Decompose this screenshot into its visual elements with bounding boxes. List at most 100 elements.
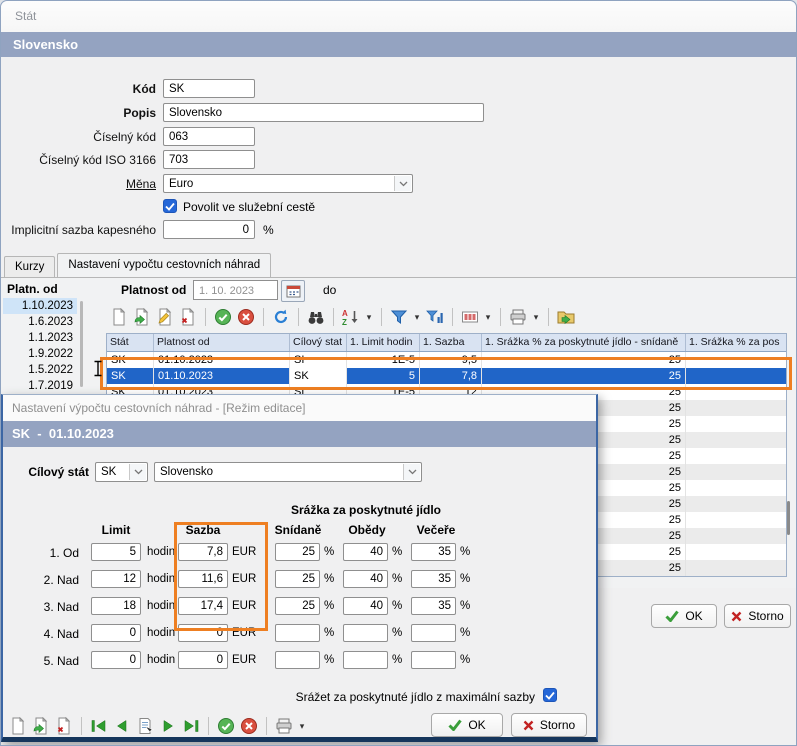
grid-cell-pos[interactable]: [686, 416, 786, 432]
snidane-field[interactable]: [275, 624, 320, 642]
limit-field[interactable]: 18: [91, 597, 141, 615]
kapesne-field[interactable]: 0: [163, 220, 255, 239]
vecere-field[interactable]: 35: [411, 570, 456, 588]
dropdown-arrow[interactable]: ▾: [364, 312, 374, 323]
cancel-icon[interactable]: [239, 716, 259, 736]
srazet-checkbox[interactable]: [543, 688, 557, 702]
storno-button[interactable]: Storno: [724, 604, 791, 628]
grid-cell-snidane[interactable]: 25: [482, 352, 686, 368]
chevron-down-icon[interactable]: [129, 464, 146, 480]
tab-kurzy[interactable]: Kurzy: [4, 256, 55, 277]
grid-cell-pos[interactable]: [686, 480, 786, 496]
grid-cell-stat[interactable]: SK: [107, 368, 154, 384]
grid-row-selected[interactable]: SK01.10.2023SK57,825: [107, 368, 786, 384]
grid-cell-pos[interactable]: [686, 352, 786, 368]
snidane-field[interactable]: [275, 651, 320, 669]
filter-chart-icon[interactable]: [425, 307, 445, 327]
vecere-field[interactable]: 35: [411, 543, 456, 561]
kod-field[interactable]: SK: [163, 79, 255, 98]
sazba-field[interactable]: 0: [178, 624, 228, 642]
grid-cell-limit[interactable]: 5: [347, 368, 420, 384]
accept-icon[interactable]: [213, 307, 233, 327]
limit-field[interactable]: 0: [91, 651, 141, 669]
grid-column-header[interactable]: 1. Srážka % za poskytnuté jídlo - snídan…: [482, 334, 686, 351]
nav-first-icon[interactable]: [89, 716, 109, 736]
modal-storno-button[interactable]: Storno: [511, 713, 587, 737]
vecere-field[interactable]: [411, 624, 456, 642]
validity-list-item[interactable]: 1.9.2022: [3, 346, 77, 362]
dropdown-arrow[interactable]: ▾: [297, 721, 307, 732]
delete-record-icon[interactable]: [54, 716, 74, 736]
grid-cell-pos[interactable]: [686, 368, 786, 384]
dropdown-arrow[interactable]: ▾: [483, 312, 493, 323]
obedy-field[interactable]: [343, 624, 388, 642]
grid-cell-pos[interactable]: [686, 544, 786, 560]
nav-list-icon[interactable]: [135, 716, 155, 736]
popis-field[interactable]: Slovensko: [163, 103, 484, 122]
export-folder-icon[interactable]: [556, 307, 576, 327]
obedy-field[interactable]: 40: [343, 597, 388, 615]
limit-field[interactable]: 5: [91, 543, 141, 561]
validity-list-item[interactable]: 1.7.2019: [3, 378, 77, 394]
copy-record-icon[interactable]: [31, 716, 51, 736]
copy-record-icon[interactable]: [132, 307, 152, 327]
obedy-field[interactable]: [343, 651, 388, 669]
grid-cell-platnost[interactable]: 01.10.2023: [154, 352, 290, 368]
search-binoculars-icon[interactable]: [306, 307, 326, 327]
grid-cell-pos[interactable]: [686, 560, 786, 576]
delete-record-icon[interactable]: [178, 307, 198, 327]
nav-last-icon[interactable]: [181, 716, 201, 736]
obedy-field[interactable]: 40: [343, 570, 388, 588]
grid-cell-limit[interactable]: 1E-5: [347, 352, 420, 368]
grid-cell-snidane[interactable]: 25: [482, 368, 686, 384]
grid-column-header[interactable]: 1. Srážka % za pos: [686, 334, 786, 351]
sazba-field[interactable]: 17,4: [178, 597, 228, 615]
tab-nastaveni-vypoctu-cestovnich-nahrad[interactable]: Nastavení vypočtu cestovních náhrad: [57, 253, 271, 277]
snidane-field[interactable]: 25: [275, 543, 320, 561]
validity-list-item[interactable]: 1.1.2023: [3, 330, 77, 346]
columns-icon[interactable]: [460, 307, 480, 327]
povolit-checkbox[interactable]: [163, 199, 177, 213]
grid-column-header[interactable]: Cílový stat: [290, 334, 347, 351]
grid-cell-pos[interactable]: [686, 384, 786, 400]
sazba-field[interactable]: 0: [178, 651, 228, 669]
cilovy-stat-code-combobox[interactable]: SK: [95, 462, 148, 482]
grid-cell-pos[interactable]: [686, 448, 786, 464]
grid-cell-sazba[interactable]: 7,8: [420, 368, 482, 384]
dropdown-arrow[interactable]: ▾: [412, 312, 422, 323]
validity-list-item[interactable]: 1.10.2023: [3, 298, 77, 314]
limit-field[interactable]: 12: [91, 570, 141, 588]
nav-prev-icon[interactable]: [112, 716, 132, 736]
ok-button[interactable]: OK: [651, 604, 717, 628]
vecere-field[interactable]: 35: [411, 597, 456, 615]
sort-az-icon[interactable]: AZ: [341, 307, 361, 327]
new-record-icon[interactable]: [109, 307, 129, 327]
grid-column-header[interactable]: 1. Sazba: [420, 334, 482, 351]
filter-icon[interactable]: [389, 307, 409, 327]
chevron-down-icon[interactable]: [403, 464, 420, 480]
cancel-icon[interactable]: [236, 307, 256, 327]
calendar-button[interactable]: [281, 280, 305, 302]
grid-cell-stat[interactable]: SK: [107, 352, 154, 368]
cilovy-stat-name-combobox[interactable]: Slovensko: [154, 462, 422, 482]
modal-ok-button[interactable]: OK: [431, 713, 503, 737]
new-record-icon[interactable]: [8, 716, 28, 736]
refresh-icon[interactable]: [271, 307, 291, 327]
limit-field[interactable]: 0: [91, 624, 141, 642]
grid-column-header[interactable]: Stát: [107, 334, 154, 351]
grid-cell-pos[interactable]: [686, 496, 786, 512]
grid-cell-pos[interactable]: [686, 528, 786, 544]
platnost-od-date-field[interactable]: 1. 10. 2023: [193, 280, 278, 300]
obedy-field[interactable]: 40: [343, 543, 388, 561]
grid-row[interactable]: SK01.10.2023SI1E-59,525: [107, 352, 786, 368]
grid-cell-pos[interactable]: [686, 400, 786, 416]
chevron-down-icon[interactable]: [394, 176, 411, 191]
grid-cell-pos[interactable]: [686, 512, 786, 528]
grid-cell-sazba[interactable]: 9,5: [420, 352, 482, 368]
snidane-field[interactable]: 25: [275, 597, 320, 615]
validity-list-item[interactable]: 1.6.2023: [3, 314, 77, 330]
grid-column-header[interactable]: Platnost od: [154, 334, 290, 351]
mena-label[interactable]: Měna: [1, 177, 156, 191]
dropdown-arrow[interactable]: ▾: [531, 312, 541, 323]
grid-cell-platnost[interactable]: 01.10.2023: [154, 368, 290, 384]
